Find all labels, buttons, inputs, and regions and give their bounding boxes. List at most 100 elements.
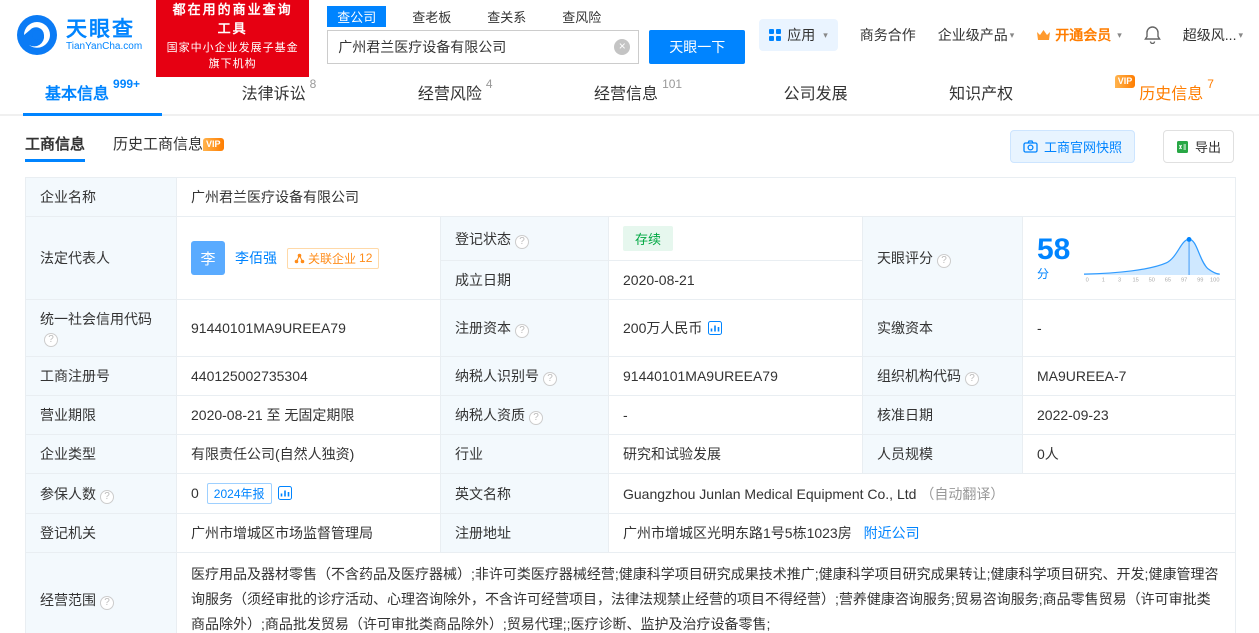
chevron-down-icon: ▾	[1117, 29, 1122, 40]
org-code-label: 组织机构代码?	[862, 356, 1023, 396]
search-area: 查公司 查老板 查关系 查风险 × 天眼一下	[327, 6, 746, 64]
reg-status-label-text: 登记状态	[455, 230, 511, 247]
search-tab-relation[interactable]: 查关系	[477, 6, 536, 27]
apps-button[interactable]: 应用 ▾	[759, 19, 838, 51]
help-icon[interactable]: ?	[100, 489, 114, 504]
table-row: 企业名称 广州君兰医疗设备有限公司	[25, 177, 1237, 217]
search-box: ×	[327, 30, 640, 64]
apps-label: 应用	[787, 27, 816, 43]
capital-flow-icon[interactable]	[708, 321, 723, 335]
tab-operation-info[interactable]: 经营信息 101	[594, 70, 682, 114]
reg-capital-label-text: 注册资本	[455, 320, 511, 336]
score-number: 58	[1037, 232, 1071, 266]
tab-label: 经营风险	[417, 86, 482, 103]
establish-date-label: 成立日期	[440, 260, 609, 300]
help-icon[interactable]: ?	[515, 234, 529, 249]
tab-label: 公司发展	[783, 86, 848, 103]
help-icon[interactable]: ?	[965, 372, 979, 386]
tab-label: 经营信息	[594, 86, 659, 103]
taxpayer-id-label-text: 纳税人识别号	[455, 368, 539, 384]
reg-address-value: 广州市增城区光明东路1号5栋1023房 附近公司	[607, 513, 1237, 553]
score-label: 天眼评分?	[862, 216, 1023, 300]
help-icon[interactable]: ?	[100, 595, 114, 610]
taxpayer-id-value: 91440101MA9UREEA79	[608, 356, 863, 396]
legal-rep-label: 法定代表人	[25, 216, 177, 300]
bell-icon[interactable]	[1143, 26, 1161, 44]
business-term-label: 营业期限	[25, 395, 177, 435]
tab-operation-risk[interactable]: 经营风险 4	[418, 70, 493, 114]
nav-super-risk[interactable]: 超级风... ▾	[1183, 25, 1243, 45]
help-icon[interactable]: ?	[515, 324, 529, 338]
chevron-down-icon: ▾	[1009, 29, 1015, 40]
search-input[interactable]	[328, 31, 639, 63]
business-scope-label-text: 经营范围	[40, 591, 96, 608]
tab-company-development[interactable]: 公司发展	[784, 70, 848, 114]
avatar[interactable]: 李	[191, 241, 225, 275]
export-button[interactable]: 导出	[1162, 130, 1234, 163]
table-row: 统一社会信用代码? 91440101MA9UREEA79 注册资本? 200万人…	[25, 299, 1237, 357]
nav-business-cooperation[interactable]: 商务合作	[860, 25, 916, 45]
search-button[interactable]: 天眼一下	[649, 30, 746, 64]
snapshot-button[interactable]: 工商官网快照	[1009, 130, 1135, 163]
nearby-companies-link[interactable]: 附近公司	[864, 525, 920, 541]
subtab-business-info[interactable]: 工商信息	[25, 133, 86, 162]
tab-basic-info[interactable]: 基本信息 999+	[22, 70, 163, 116]
snapshot-label: 工商官网快照	[1043, 140, 1122, 155]
business-term-value: 2020-08-21 至 无固定期限	[176, 395, 441, 435]
svg-text:15: 15	[1132, 277, 1138, 283]
annual-report-icon[interactable]	[277, 486, 292, 500]
camera-icon	[1023, 140, 1038, 153]
table-row: 企业类型 有限责任公司(自然人独资) 行业 研究和试验发展 人员规模 0人	[25, 434, 1237, 474]
chevron-down-icon: ▾	[1238, 29, 1243, 40]
tab-label: 法律诉讼	[241, 86, 306, 103]
company-type-label: 企业类型	[25, 434, 177, 474]
logo-en: TianYanCha.com	[66, 41, 143, 53]
tab-legal-litigation[interactable]: 法律诉讼 8	[242, 70, 317, 114]
reg-status-label: 登记状态?	[440, 216, 609, 261]
slogan-line1: 都在用的商业查询工具	[172, 2, 293, 36]
table-row: 法定代表人 李 李佰强 关联企业 12 登记状态? 存续 天眼评分 ? 58分 …	[25, 216, 1237, 300]
svg-text:50: 50	[1148, 277, 1154, 283]
tab-label: 基本信息	[45, 86, 110, 103]
table-row: 工商注册号 440125002735304 纳税人识别号? 91440101MA…	[25, 356, 1237, 396]
reg-capital-label: 注册资本?	[440, 299, 609, 357]
svg-text:99: 99	[1197, 277, 1203, 283]
nav-super-risk-label: 超级风...	[1182, 27, 1237, 43]
credit-code-label-text: 统一社会信用代码	[40, 311, 152, 327]
help-icon[interactable]: ?	[44, 333, 58, 347]
related-companies-tag[interactable]: 关联企业 12	[287, 247, 380, 269]
credit-code-label: 统一社会信用代码?	[25, 299, 177, 357]
search-tab-company[interactable]: 查公司	[327, 6, 387, 27]
taxpayer-id-label: 纳税人识别号?	[440, 356, 609, 396]
vip-badge: VIP	[203, 138, 224, 151]
slogan-badge: 都在用的商业查询工具 国家中小企业发展子基金旗下机构	[156, 0, 310, 77]
tab-intellectual-property[interactable]: 知识产权	[949, 70, 1013, 114]
paid-capital-label: 实缴资本	[862, 299, 1023, 357]
help-icon[interactable]: ?	[543, 372, 557, 386]
subtab-history-business-info[interactable]: 历史工商信息 VIP	[113, 133, 224, 160]
nav-enterprise-product[interactable]: 企业级产品 ▾	[938, 25, 1015, 45]
insured-count-value: 0 2024年报	[176, 473, 441, 514]
reg-authority-label: 登记机关	[25, 513, 177, 553]
taxpayer-qualification-value: -	[608, 395, 863, 435]
annual-report-tag[interactable]: 2024年报	[206, 483, 272, 504]
score-unit: 分	[1037, 266, 1050, 281]
tab-count: 999+	[113, 77, 141, 91]
search-tab-boss[interactable]: 查老板	[402, 6, 461, 27]
org-code-label-text: 组织机构代码	[877, 368, 961, 384]
status-badge: 存续	[623, 226, 674, 251]
logo[interactable]: 天眼查 TianYanCha.com	[16, 14, 142, 56]
nav-open-vip[interactable]: 开通会员 ▾	[1036, 25, 1122, 45]
svg-text:97: 97	[1181, 277, 1187, 283]
related-companies-icon	[294, 253, 305, 263]
reg-address-label: 注册地址	[440, 513, 609, 553]
legal-rep-link[interactable]: 李佰强	[235, 248, 277, 268]
score-value[interactable]: 58分	[1037, 232, 1074, 282]
business-scope-value: 医疗用品及器材零售（不含药品及医疗器械）;非许可类医疗器械经营;健康科学项目研究…	[175, 552, 1237, 633]
header-nav: 应用 ▾ 商务合作 企业级产品 ▾ 开通会员 ▾ 超级风... ▾	[759, 19, 1243, 51]
tab-history-info[interactable]: VIP 历史信息 7	[1114, 70, 1214, 114]
help-icon[interactable]: ?	[529, 411, 543, 425]
search-tab-risk[interactable]: 查风险	[552, 6, 611, 27]
business-info-table: 企业名称 广州君兰医疗设备有限公司 法定代表人 李 李佰强 关联企业 12 登记…	[25, 177, 1237, 633]
help-icon[interactable]: ?	[937, 254, 951, 268]
